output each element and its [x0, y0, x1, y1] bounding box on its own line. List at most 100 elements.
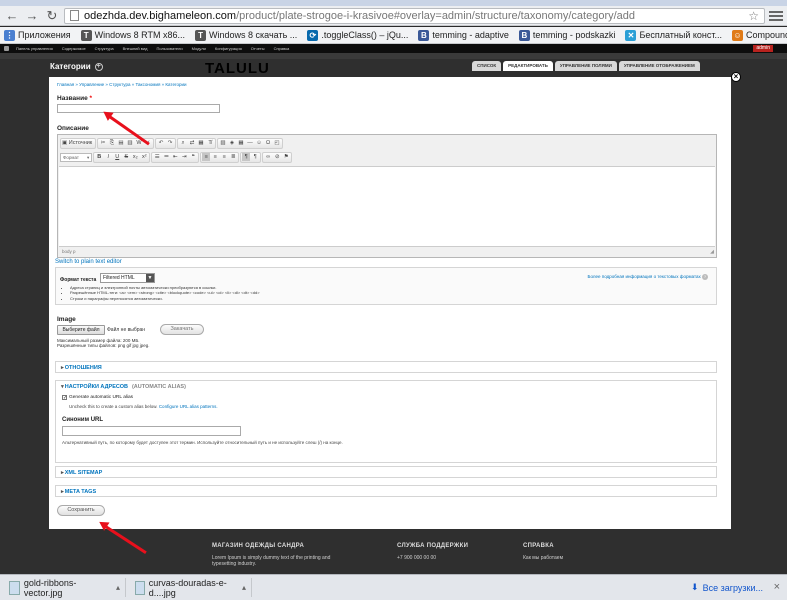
overlay-tab[interactable]: Управление отображением [618, 61, 700, 71]
admin-menu-item[interactable]: Отчеты [251, 46, 265, 51]
iframe-icon[interactable]: ◰ [273, 139, 281, 147]
admin-menu-item[interactable]: Пользователи [156, 46, 182, 51]
paste-text-icon[interactable]: ▥ [126, 139, 134, 147]
all-downloads-link[interactable]: ⬇ Все загрузки... [691, 582, 763, 593]
cut-icon[interactable]: ✂ [99, 139, 107, 147]
indent-icon[interactable]: ⇥ [180, 153, 188, 161]
superscript-icon[interactable]: x² [140, 153, 148, 161]
address-bar[interactable]: odezhda.dev.bighameleon.com/product/plat… [64, 7, 765, 24]
justify-icon[interactable]: ≣ [229, 153, 237, 161]
switch-plain-text-link[interactable]: Switch to plain text editor [55, 259, 122, 265]
find-icon[interactable]: ⌕ [179, 139, 187, 147]
name-input[interactable] [57, 104, 220, 113]
chevron-up-icon[interactable]: ▴ [116, 583, 120, 592]
format-help-item: Разрешённые HTML-теги: <a> <em> <strong>… [70, 290, 260, 295]
source-button[interactable]: ▣ Источник [62, 139, 94, 147]
generate-alias-checkbox[interactable]: ✓ [62, 395, 67, 401]
undo-icon[interactable]: ↶ [157, 139, 165, 147]
bookmark-item[interactable]: ⋮ Приложения [4, 29, 71, 41]
special-char-icon[interactable]: Ω [264, 139, 272, 147]
align-center-icon[interactable]: ≡ [211, 153, 219, 161]
admin-menu-item[interactable]: Структура [95, 46, 114, 51]
bookmark-item[interactable]: ⟳ .toggleClass() – jQu... [307, 29, 408, 41]
text-format-select[interactable]: Filtered HTML ▼ [100, 273, 155, 283]
bookmark-item[interactable]: T Windows 8 RTM x86... [80, 29, 185, 41]
paste-icon[interactable]: ▤ [117, 139, 125, 147]
wysiwyg-editor: ▣ Источник ✂ ⎘ ▤ ▥ W ✓ ↶ ↷ ⌕ ⇄ ▦ T̸ ▨ [57, 134, 717, 258]
flash-icon[interactable]: ◈ [228, 139, 236, 147]
resize-handle-icon[interactable]: ◢ [710, 249, 714, 255]
home-icon[interactable] [4, 46, 9, 51]
chrome-menu-icon[interactable] [769, 9, 783, 23]
table-icon[interactable]: ▦ [237, 139, 245, 147]
subscript-icon[interactable]: x₂ [131, 153, 139, 161]
xml-sitemap-fieldset[interactable]: ▸XML sitemap [55, 466, 717, 478]
ltr-icon[interactable]: ¶ [242, 153, 251, 161]
add-shortcut-icon[interactable]: + [94, 62, 103, 71]
blockquote-icon[interactable]: ❝ [189, 153, 197, 161]
save-button[interactable]: Сохранить [57, 505, 105, 516]
close-icon[interactable]: × [774, 581, 780, 593]
rtl-icon[interactable]: ¶ [251, 153, 259, 161]
bookmark-item[interactable]: Btemming - adaptive [418, 29, 509, 41]
format-more-info-link[interactable]: Более подробная информация о текстовых ф… [588, 274, 708, 280]
italic-icon[interactable]: I [104, 153, 112, 161]
admin-menu-item[interactable]: Внешний вид [123, 46, 148, 51]
outdent-icon[interactable]: ⇤ [171, 153, 179, 161]
forward-icon[interactable]: → [24, 8, 40, 24]
bookmark-item[interactable]: Btemming - podskazki [518, 29, 615, 41]
overlay-tab[interactable]: Управление полями [554, 61, 617, 71]
replace-icon[interactable]: ⇄ [188, 139, 196, 147]
bookmark-star-icon[interactable]: ☆ [748, 9, 759, 23]
remove-format-icon[interactable]: T̸ [206, 139, 214, 147]
bold-icon[interactable]: B [95, 153, 103, 161]
configure-alias-link[interactable]: Configure URL alias patterns. [159, 404, 218, 409]
bulleted-list-icon[interactable]: ≔ [162, 153, 170, 161]
choose-file-button[interactable]: Выберите файл [57, 325, 105, 335]
breadcrumb[interactable]: Главная » Управление » Структура » Таксо… [57, 82, 187, 87]
chevron-up-icon[interactable]: ▴ [242, 583, 246, 592]
select-all-icon[interactable]: ▦ [197, 139, 205, 147]
user-badge[interactable]: admin [753, 45, 773, 52]
upload-button[interactable]: Закачать [160, 324, 204, 335]
admin-menu-item[interactable]: Содержимое [62, 46, 86, 51]
meta-tags-legend[interactable]: ▸Meta tags [61, 489, 96, 495]
unlink-icon[interactable]: ⊘ [273, 153, 281, 161]
back-icon[interactable]: ← [4, 8, 20, 24]
image-icon[interactable]: ▨ [219, 139, 227, 147]
admin-menu-item[interactable]: Панель управления [16, 46, 53, 51]
reload-icon[interactable]: ↻ [44, 8, 60, 24]
overlay-tab[interactable]: Список [472, 61, 502, 71]
download-item[interactable]: gold-ribbons-vector.jpg ▴ [4, 578, 126, 598]
strike-icon[interactable]: S [122, 153, 130, 161]
admin-menu-item[interactable]: Модули [192, 46, 206, 51]
copy-icon[interactable]: ⎘ [108, 139, 116, 147]
numbered-list-icon[interactable]: ☰ [153, 153, 161, 161]
bookmark-item[interactable]: ☺Compound fields in ... [732, 29, 787, 41]
redo-icon[interactable]: ↷ [166, 139, 174, 147]
admin-menu-item[interactable]: Справка [274, 46, 290, 51]
smiley-icon[interactable]: ☺ [255, 139, 263, 147]
align-right-icon[interactable]: ≡ [220, 153, 228, 161]
anchor-icon[interactable]: ⚑ [282, 153, 290, 161]
underline-icon[interactable]: U [113, 153, 121, 161]
overlay-tab[interactable]: Редактировать [503, 61, 553, 71]
admin-menu-item[interactable]: Конфигурация [215, 46, 242, 51]
url-settings-legend[interactable]: ▾Настройки адресов (Automatic alias) [61, 384, 186, 390]
xml-sitemap-legend[interactable]: ▸XML sitemap [61, 470, 102, 476]
align-left-icon[interactable]: ≡ [202, 153, 211, 161]
format-dropdown[interactable]: Формат ▾ [60, 152, 93, 162]
alias-input[interactable] [62, 426, 241, 436]
bookmark-item[interactable]: T Windows 8 скачать ... [195, 29, 297, 41]
close-icon[interactable]: × [731, 72, 741, 82]
footer-text[interactable]: Как мы работаем [523, 555, 563, 561]
link-icon[interactable]: ∞ [264, 153, 272, 161]
bookmark-item[interactable]: ✕ Бесплатный конст... [625, 29, 722, 41]
meta-tags-fieldset[interactable]: ▸Meta tags [55, 485, 717, 497]
download-item[interactable]: curvas-douradas-e-d....jpg ▴ [130, 578, 252, 598]
bookmarks-bar: ⋮ Приложения T Windows 8 RTM x86... T Windows… [0, 27, 787, 44]
relations-fieldset[interactable]: ▸Отношения [55, 361, 717, 373]
horizontal-rule-icon[interactable]: ― [246, 139, 254, 147]
editor-body[interactable] [59, 166, 715, 247]
relations-legend[interactable]: ▸Отношения [61, 365, 102, 371]
